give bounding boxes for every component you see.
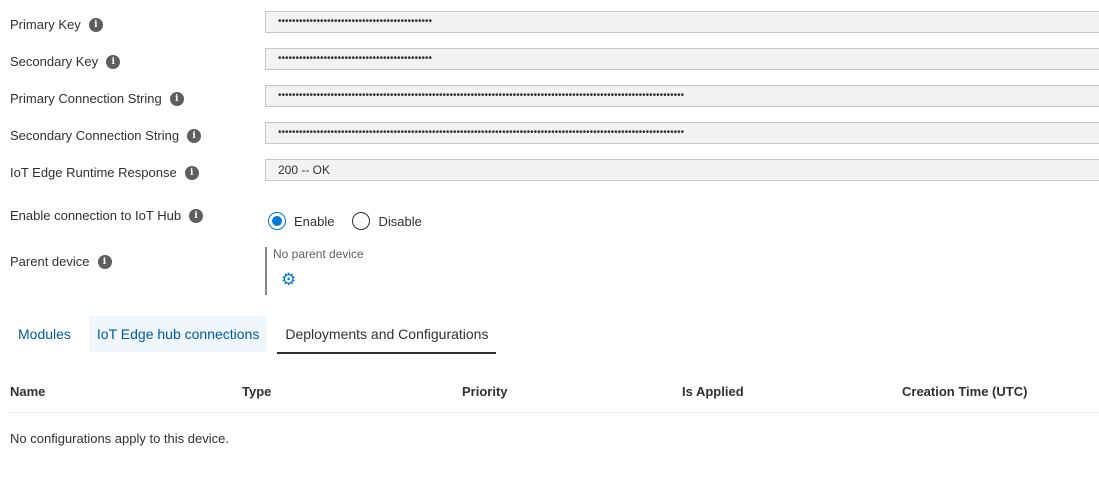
info-icon[interactable]: i [169, 91, 184, 106]
runtime-response-label: IoT Edge Runtime Response i [10, 165, 199, 180]
primary-key-label: Primary Key i [10, 17, 103, 32]
column-header-creation-time[interactable]: Creation Time (UTC) [902, 384, 1027, 399]
info-icon[interactable]: i [88, 17, 103, 32]
parent-device-label: Parent device i [10, 254, 112, 269]
primary-connection-string-label: Primary Connection String i [10, 91, 184, 106]
gear-icon[interactable]: ⚙ [281, 271, 296, 288]
info-icon[interactable]: i [106, 54, 121, 69]
info-icon[interactable]: i [97, 254, 112, 269]
secondary-connection-string-field[interactable]: ••••••••••••••••••••••••••••••••••••••••… [265, 122, 1099, 144]
parent-device-value: No parent device [273, 247, 364, 261]
tab-deployments-and-configurations[interactable]: Deployments and Configurations [277, 316, 497, 354]
radio-checked-icon[interactable] [268, 212, 286, 230]
secondary-key-field[interactable]: ••••••••••••••••••••••••••••••••••••••••… [265, 48, 1099, 70]
column-header-name[interactable]: Name [10, 384, 45, 399]
connection-label: Enable connection to IoT Hub i [10, 208, 204, 223]
primary-connection-string-field[interactable]: ••••••••••••••••••••••••••••••••••••••••… [265, 85, 1099, 107]
primary-key-field[interactable]: ••••••••••••••••••••••••••••••••••••••••… [265, 11, 1099, 33]
secondary-key-label: Secondary Key i [10, 54, 121, 69]
enable-radio-label: Enable [294, 213, 335, 229]
column-header-priority[interactable]: Priority [462, 384, 508, 399]
runtime-response-field[interactable]: 200 -- OK [265, 159, 1099, 181]
tab-bar: Modules IoT Edge hub connections Deploym… [10, 316, 497, 354]
enable-radio[interactable]: Enable [268, 212, 334, 230]
tab-iot-edge-hub-connections[interactable]: IoT Edge hub connections [88, 316, 268, 352]
secondary-connection-string-label: Secondary Connection String i [10, 128, 202, 143]
column-header-type[interactable]: Type [242, 384, 271, 399]
radio-unchecked-icon[interactable] [352, 212, 371, 230]
empty-table-message: No configurations apply to this device. [10, 431, 229, 446]
table-header: Name Type Priority Is Applied Creation T… [10, 378, 1099, 413]
info-icon[interactable]: i [187, 128, 202, 143]
disable-radio-label: Disable [378, 213, 422, 229]
tab-modules[interactable]: Modules [10, 316, 79, 352]
info-icon[interactable]: i [189, 208, 204, 223]
connection-radio-group: Enable Disable [268, 212, 440, 230]
disable-radio[interactable]: Disable [352, 212, 422, 230]
parent-device-box: No parent device ⚙ [265, 247, 473, 295]
column-header-is-applied[interactable]: Is Applied [682, 384, 744, 399]
info-icon[interactable]: i [184, 165, 199, 180]
